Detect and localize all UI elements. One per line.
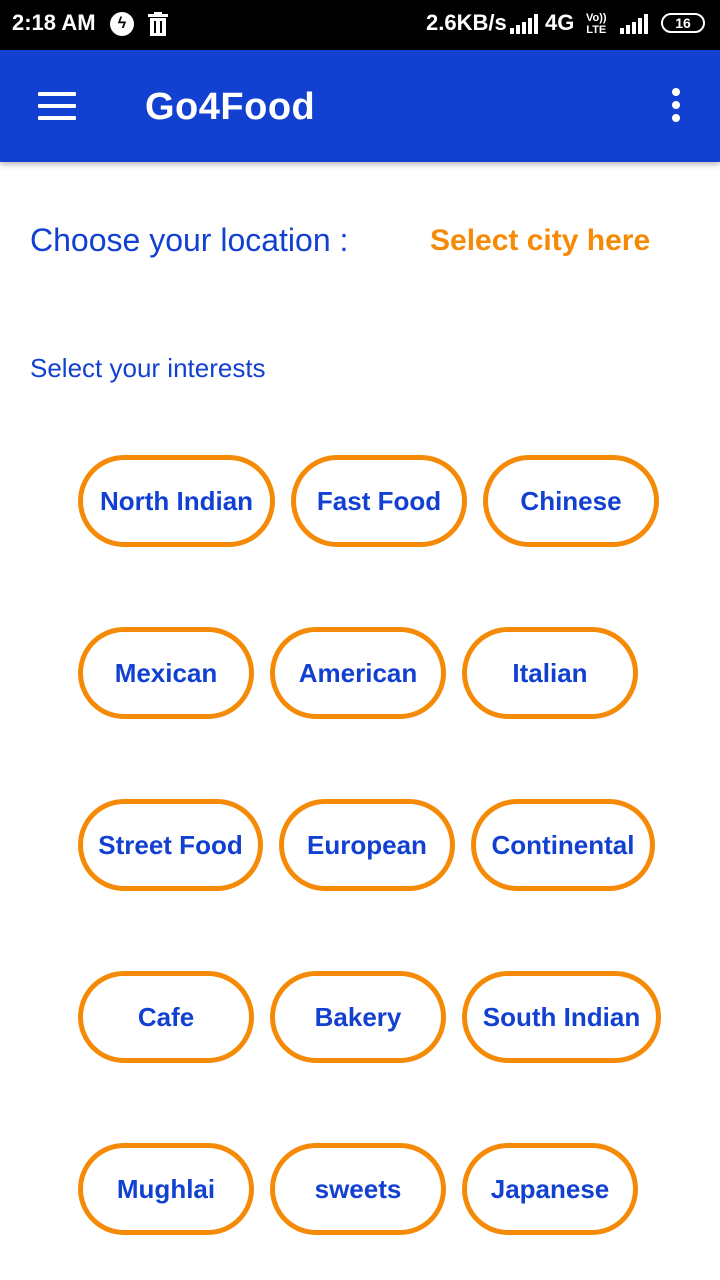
status-time: 2:18 AM — [12, 10, 96, 35]
interest-chip-mexican[interactable]: Mexican — [78, 627, 254, 719]
signal-icon — [620, 14, 648, 34]
more-vert-icon[interactable] — [668, 88, 684, 126]
interest-chip-cafe[interactable]: Cafe — [78, 971, 254, 1063]
interests-label: Select your interests — [30, 353, 266, 383]
bolt-icon: ϟ — [110, 12, 134, 36]
hamburger-menu-icon[interactable] — [38, 92, 76, 120]
interest-chip-chinese[interactable]: Chinese — [483, 455, 659, 547]
network-type: 4G — [545, 10, 575, 35]
app-title: Go4Food — [145, 86, 316, 128]
volte-icon: Vo)) LTE — [586, 12, 607, 36]
interest-chip-bakery[interactable]: Bakery — [270, 971, 446, 1063]
interest-chip-mughlai[interactable]: Mughlai — [78, 1143, 254, 1235]
app-bar: Go4Food — [0, 50, 720, 162]
interest-chip-continental[interactable]: Continental — [471, 799, 655, 891]
interest-chip-fast-food[interactable]: Fast Food — [291, 455, 467, 547]
trash-icon — [148, 12, 168, 36]
interest-chip-italian[interactable]: Italian — [462, 627, 638, 719]
interest-chip-street-food[interactable]: Street Food — [78, 799, 263, 891]
status-bar: 2:18 AM ϟ 2.6KB/s 4G Vo)) LTE 16 — [0, 0, 720, 50]
interest-chip-sweets[interactable]: sweets — [270, 1143, 446, 1235]
select-city-button[interactable]: Select city here — [430, 224, 650, 258]
interest-chip-american[interactable]: American — [270, 627, 446, 719]
interest-chip-japanese[interactable]: Japanese — [462, 1143, 638, 1235]
interest-chip-south-indian[interactable]: South Indian — [462, 971, 661, 1063]
interest-chip-european[interactable]: European — [279, 799, 455, 891]
interest-chip-north-indian[interactable]: North Indian — [78, 455, 275, 547]
network-speed: 2.6KB/s — [426, 10, 507, 35]
battery-icon: 16 — [661, 13, 705, 33]
signal-icon — [510, 14, 538, 34]
location-label: Choose your location : — [30, 222, 349, 258]
